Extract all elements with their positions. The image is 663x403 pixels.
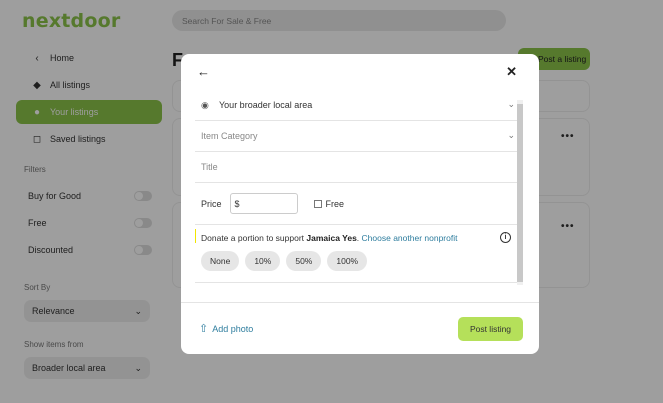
add-photo-label: Add photo [212,323,254,334]
modal-header: ← ✕ [181,54,539,90]
title-placeholder: Title [201,162,218,172]
chevron-down-icon: ⌄ [507,130,515,140]
chevron-down-icon: ⌄ [507,99,515,109]
modal-form: ◉ Your broader local area ⌄ Item Categor… [195,90,521,302]
create-listing-modal: ← ✕ ◉ Your broader local area ⌄ Item Cat… [181,54,539,354]
location-pin-icon: ◉ [201,99,209,110]
amount-100-button[interactable]: 100% [327,251,368,271]
donate-prefix: Donate a portion to support [201,233,307,243]
donate-org: Jamaica Yes [306,233,357,243]
close-icon[interactable]: ✕ [506,64,517,80]
back-arrow-icon[interactable]: ← [197,64,210,79]
donate-section: Donate a portion to support Jamaica Yes.… [195,225,521,283]
upload-icon: ⇧ [199,323,209,335]
amount-10-button[interactable]: 10% [245,251,281,271]
price-label: Price [201,198,222,209]
location-value: Your broader local area [219,100,313,110]
info-icon[interactable]: i [500,232,511,243]
donate-text: Donate a portion to support Jamaica Yes.… [201,233,515,243]
free-label: Free [325,198,345,209]
highlight-marker [195,229,196,243]
free-checkbox[interactable] [313,199,322,208]
post-listing-button[interactable]: Post listing [458,317,523,341]
location-field[interactable]: ◉ Your broader local area ⌄ [195,90,521,121]
modal-footer: ⇧ Add photo Post listing [181,302,539,354]
price-input[interactable]: $ [229,193,298,214]
scrollbar[interactable] [517,100,523,285]
title-field[interactable]: Title [195,152,521,183]
amount-none-button[interactable]: None [201,251,240,271]
amount-50-button[interactable]: 50% [286,251,322,271]
donation-amounts: None 10% 50% 100% [201,251,515,271]
category-field[interactable]: Item Category ⌄ [195,121,521,152]
scrollbar-thumb[interactable] [517,104,523,282]
category-placeholder: Item Category [201,131,258,141]
choose-nonprofit-link[interactable]: Choose another nonprofit [362,233,458,243]
price-row: Price $ Free [195,183,521,225]
add-photo-button[interactable]: ⇧ Add photo [199,322,253,335]
